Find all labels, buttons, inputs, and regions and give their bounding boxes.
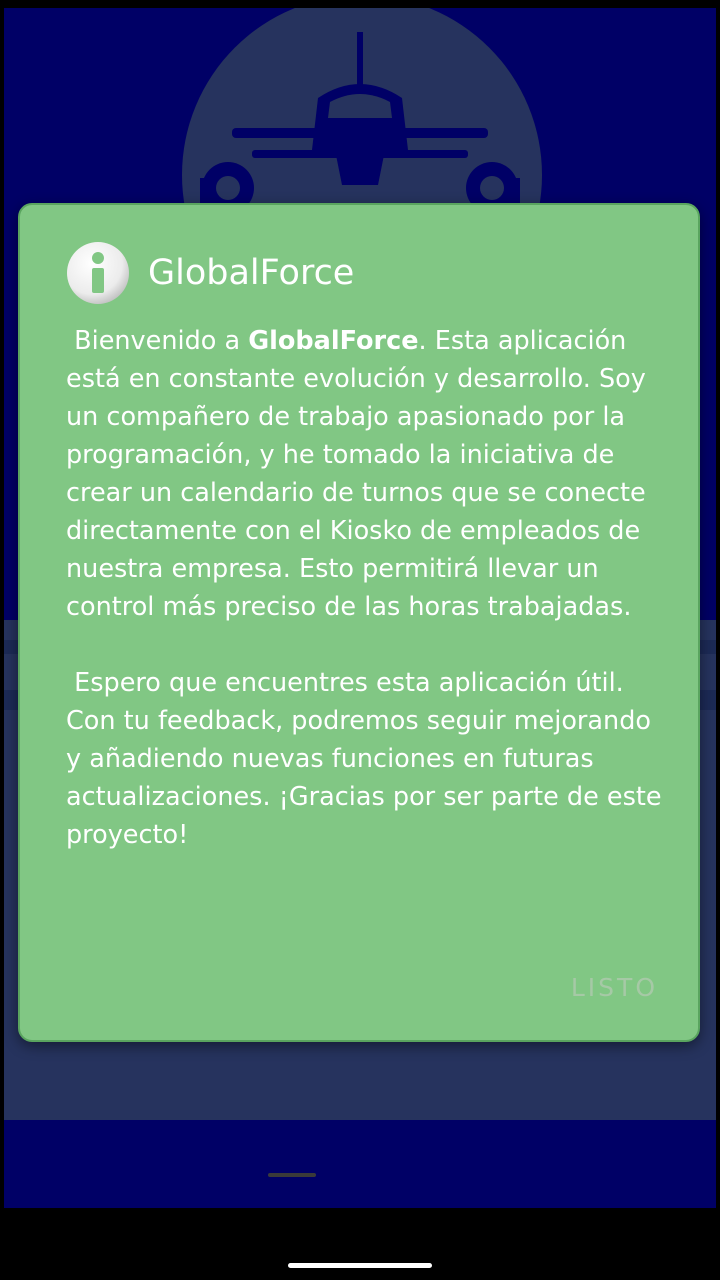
drag-handle xyxy=(268,1173,316,1177)
message-paragraph-2: Espero que encuentres esta aplicación út… xyxy=(66,668,670,850)
dialog-title: GlobalForce xyxy=(148,253,355,293)
home-gesture-handle[interactable] xyxy=(288,1263,432,1268)
dialog-message: Bienvenido a GlobalForce. Esta aplicació… xyxy=(66,322,666,892)
done-button[interactable]: LISTO xyxy=(571,973,658,1002)
message-paragraph-1: Bienvenido a GlobalForce. Esta aplicació… xyxy=(66,322,666,626)
welcome-dialog: GlobalForce Bienvenido a GlobalForce. Es… xyxy=(18,203,700,1042)
navigation-bar xyxy=(0,1208,720,1280)
screen: GlobalForce Bienvenido a GlobalForce. Es… xyxy=(0,0,720,1280)
info-icon xyxy=(67,242,129,304)
message-lead: Bienvenido a xyxy=(66,326,249,356)
message-rest: . Esta aplicación está en constante evol… xyxy=(66,326,646,622)
dialog-header: GlobalForce xyxy=(66,241,354,305)
message-brand: GlobalForce xyxy=(248,326,419,356)
